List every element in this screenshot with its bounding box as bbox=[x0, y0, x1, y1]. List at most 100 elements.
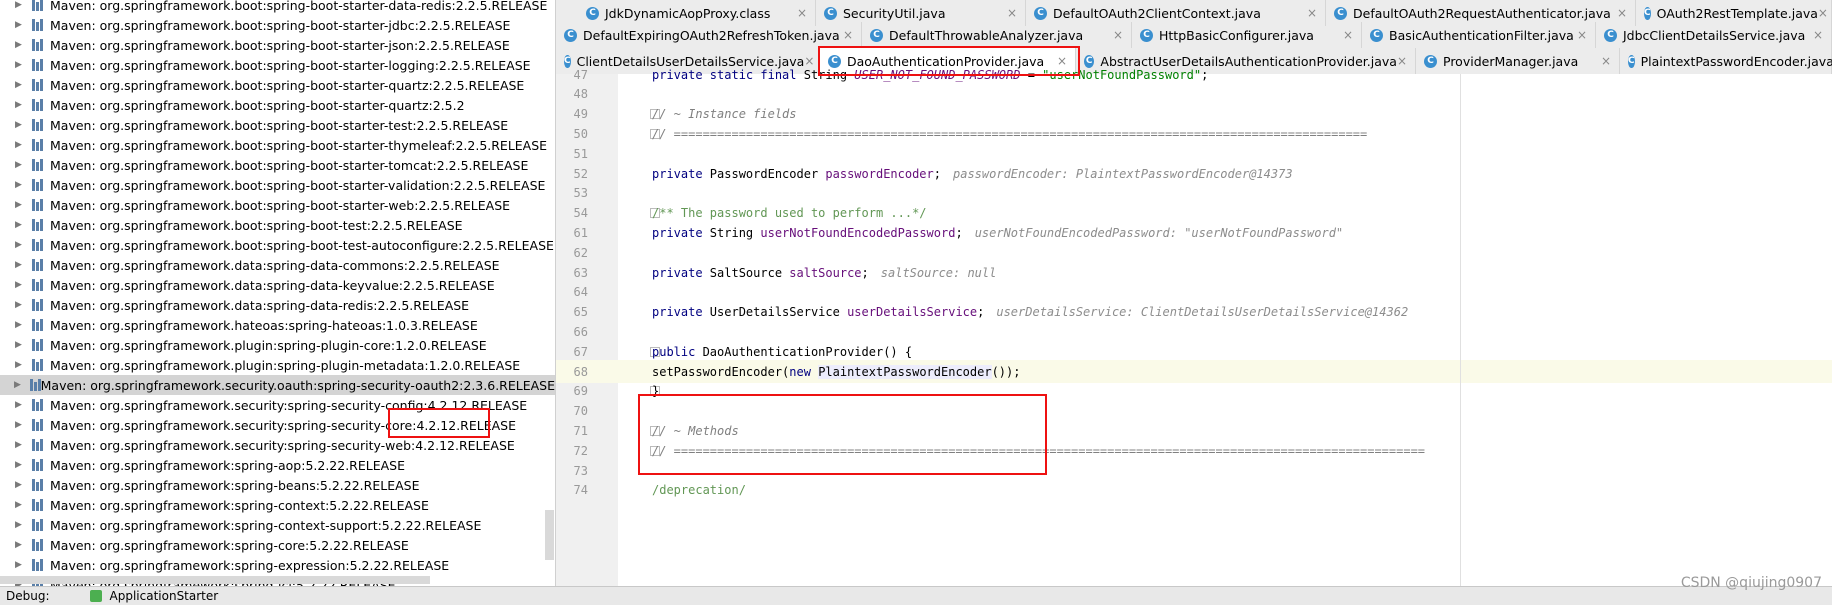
tree-item[interactable]: ▶ Maven: org.springframework.hateoas:spri… bbox=[0, 315, 555, 335]
editor-tab[interactable]: C DefaultThrowableAnalyzer.java × bbox=[862, 22, 1132, 48]
tree-item[interactable]: ▶ Maven: org.springframework.boot:spring-… bbox=[0, 155, 555, 175]
close-tab-icon[interactable]: × bbox=[1813, 28, 1823, 42]
tree-item[interactable]: ▶ Maven: org.springframework.security:spr… bbox=[0, 435, 555, 455]
expand-arrow-icon[interactable]: ▶ bbox=[14, 140, 23, 150]
expand-arrow-icon[interactable]: ▶ bbox=[14, 160, 23, 170]
library-icon bbox=[32, 439, 46, 451]
project-tree-panel[interactable]: ▶ Maven: org.springframework.boot:spring-… bbox=[0, 0, 556, 586]
expand-arrow-icon[interactable]: ▶ bbox=[14, 200, 23, 210]
tree-item[interactable]: ▶ Maven: org.springframework.boot:spring-… bbox=[0, 115, 555, 135]
expand-arrow-icon[interactable]: ▶ bbox=[14, 400, 23, 410]
code-token: private bbox=[652, 225, 710, 240]
expand-arrow-icon[interactable]: ▶ bbox=[14, 60, 23, 70]
expand-arrow-icon[interactable]: ▶ bbox=[14, 0, 23, 10]
library-icon bbox=[32, 39, 46, 51]
tree-item[interactable]: ▶ Maven: org.springframework.boot:spring-… bbox=[0, 135, 555, 155]
tree-item[interactable]: ▶ Maven: org.springframework.boot:spring-… bbox=[0, 95, 555, 115]
tree-item[interactable]: ▶ Maven: org.springframework:spring-beans… bbox=[0, 475, 555, 495]
expand-arrow-icon[interactable]: ▶ bbox=[14, 520, 23, 530]
tree-item[interactable]: ▶ Maven: org.springframework.boot:spring-… bbox=[0, 215, 555, 235]
tree-item[interactable]: ▶ Maven: org.springframework:spring-expre… bbox=[0, 555, 555, 575]
library-icon bbox=[32, 159, 46, 171]
tree-item[interactable]: ▶ Maven: org.springframework.data:spring-… bbox=[0, 295, 555, 315]
expand-arrow-icon[interactable]: ▶ bbox=[14, 500, 23, 510]
expand-arrow-icon[interactable]: ▶ bbox=[14, 540, 23, 550]
close-tab-icon[interactable]: × bbox=[1113, 28, 1123, 42]
editor-tab[interactable]: C DefaultExpiringOAuth2RefreshToken.java × bbox=[556, 22, 862, 48]
close-tab-icon[interactable]: × bbox=[843, 28, 853, 42]
expand-arrow-icon[interactable]: ▶ bbox=[14, 300, 23, 310]
tree-item-label: Maven: org.springframework:spring-contex… bbox=[50, 517, 482, 533]
annotation-tab-highlight bbox=[818, 46, 1080, 76]
tree-item[interactable]: ▶ Maven: org.springframework.boot:spring-… bbox=[0, 195, 555, 215]
code-line[interactable]: 74/deprecation/ bbox=[556, 479, 1832, 502]
tree-item[interactable]: ▶ Maven: org.springframework.security.oau… bbox=[0, 375, 555, 395]
tree-vertical-scrollbar[interactable] bbox=[545, 510, 554, 560]
expand-arrow-icon[interactable]: ▶ bbox=[14, 260, 23, 270]
tree-item-label: Maven: org.springframework.plugin:spring… bbox=[50, 337, 487, 353]
tree-item[interactable]: ▶ Maven: org.springframework:spring-aop:5… bbox=[0, 455, 555, 475]
tree-item[interactable]: ▶ Maven: org.springframework.boot:spring-… bbox=[0, 55, 555, 75]
tree-item[interactable]: ▶ Maven: org.springframework.boot:spring-… bbox=[0, 15, 555, 35]
expand-arrow-icon[interactable]: ▶ bbox=[14, 380, 21, 390]
line-number: 69 bbox=[573, 384, 588, 399]
editor-tab[interactable]: C BasicAuthenticationFilter.java × bbox=[1362, 22, 1596, 48]
expand-arrow-icon[interactable]: ▶ bbox=[14, 280, 23, 290]
library-icon bbox=[32, 559, 46, 571]
expand-arrow-icon[interactable]: ▶ bbox=[14, 460, 23, 470]
tree-item[interactable]: ▶ Maven: org.springframework.plugin:sprin… bbox=[0, 335, 555, 355]
expand-arrow-icon[interactable]: ▶ bbox=[14, 480, 23, 490]
editor-tab[interactable]: C HttpBasicConfigurer.java × bbox=[1132, 22, 1362, 48]
library-icon bbox=[32, 419, 46, 431]
tree-horizontal-scrollbar[interactable] bbox=[0, 576, 430, 584]
tree-item[interactable]: ▶ Maven: org.springframework.plugin:sprin… bbox=[0, 355, 555, 375]
tree-item[interactable]: ▶ Maven: org.springframework.boot:spring-… bbox=[0, 0, 555, 15]
tree-item[interactable]: ▶ Maven: org.springframework.boot:spring-… bbox=[0, 235, 555, 255]
tree-item[interactable]: ▶ Maven: org.springframework.boot:spring-… bbox=[0, 35, 555, 55]
line-number: 71 bbox=[573, 423, 588, 438]
close-tab-icon[interactable]: × bbox=[1818, 6, 1828, 20]
run-config-label[interactable]: ApplicationStarter bbox=[110, 589, 219, 603]
tree-item[interactable]: ▶ Maven: org.springframework:spring-conte… bbox=[0, 495, 555, 515]
expand-arrow-icon[interactable]: ▶ bbox=[14, 420, 23, 430]
tree-item-label: Maven: org.springframework.boot:spring-b… bbox=[50, 117, 509, 133]
code-token: new bbox=[789, 364, 819, 379]
tab-label: DefaultExpiringOAuth2RefreshToken.java bbox=[583, 27, 840, 43]
line-number: 66 bbox=[573, 324, 588, 339]
expand-arrow-icon[interactable]: ▶ bbox=[14, 340, 23, 350]
expand-arrow-icon[interactable]: ▶ bbox=[14, 440, 23, 450]
expand-arrow-icon[interactable]: ▶ bbox=[14, 80, 23, 90]
tree-item[interactable]: ▶ Maven: org.springframework.boot:spring-… bbox=[0, 75, 555, 95]
run-config-icon bbox=[89, 590, 102, 602]
close-tab-icon[interactable]: × bbox=[1007, 6, 1017, 20]
tab-label: DefaultThrowableAnalyzer.java bbox=[889, 27, 1084, 43]
code-editor[interactable]: 47 private static final String USER_NOT_F… bbox=[556, 68, 1832, 586]
tree-item[interactable]: ▶ Maven: org.springframework.data:spring-… bbox=[0, 255, 555, 275]
tab-label: JdkDynamicAopProxy.class bbox=[605, 5, 771, 21]
expand-arrow-icon[interactable]: ▶ bbox=[14, 360, 23, 370]
expand-arrow-icon[interactable]: ▶ bbox=[14, 120, 23, 130]
close-tab-icon[interactable]: × bbox=[797, 6, 807, 20]
expand-arrow-icon[interactable]: ▶ bbox=[14, 220, 23, 230]
library-icon bbox=[32, 259, 46, 271]
expand-arrow-icon[interactable]: ▶ bbox=[14, 180, 23, 190]
expand-arrow-icon[interactable]: ▶ bbox=[14, 100, 23, 110]
code-token: public bbox=[652, 344, 703, 359]
library-icon bbox=[32, 119, 46, 131]
close-tab-icon[interactable]: × bbox=[1617, 6, 1627, 20]
close-tab-icon[interactable]: × bbox=[1577, 28, 1587, 42]
tree-item[interactable]: ▶ Maven: org.springframework.boot:spring-… bbox=[0, 175, 555, 195]
expand-arrow-icon[interactable]: ▶ bbox=[14, 320, 23, 330]
close-tab-icon[interactable]: × bbox=[1343, 28, 1353, 42]
tree-item[interactable]: ▶ Maven: org.springframework:spring-conte… bbox=[0, 515, 555, 535]
tree-item-label: Maven: org.springframework.security:spri… bbox=[50, 437, 515, 453]
expand-arrow-icon[interactable]: ▶ bbox=[14, 240, 23, 250]
close-tab-icon[interactable]: × bbox=[1307, 6, 1317, 20]
tree-item[interactable]: ▶ Maven: org.springframework:spring-core:… bbox=[0, 535, 555, 555]
expand-arrow-icon[interactable]: ▶ bbox=[14, 40, 23, 50]
library-icon bbox=[32, 459, 46, 471]
expand-arrow-icon[interactable]: ▶ bbox=[14, 20, 23, 30]
expand-arrow-icon[interactable]: ▶ bbox=[14, 560, 23, 570]
tree-item[interactable]: ▶ Maven: org.springframework.data:spring-… bbox=[0, 275, 555, 295]
editor-tab[interactable]: C JdbcClientDetailsService.java × bbox=[1596, 22, 1832, 48]
